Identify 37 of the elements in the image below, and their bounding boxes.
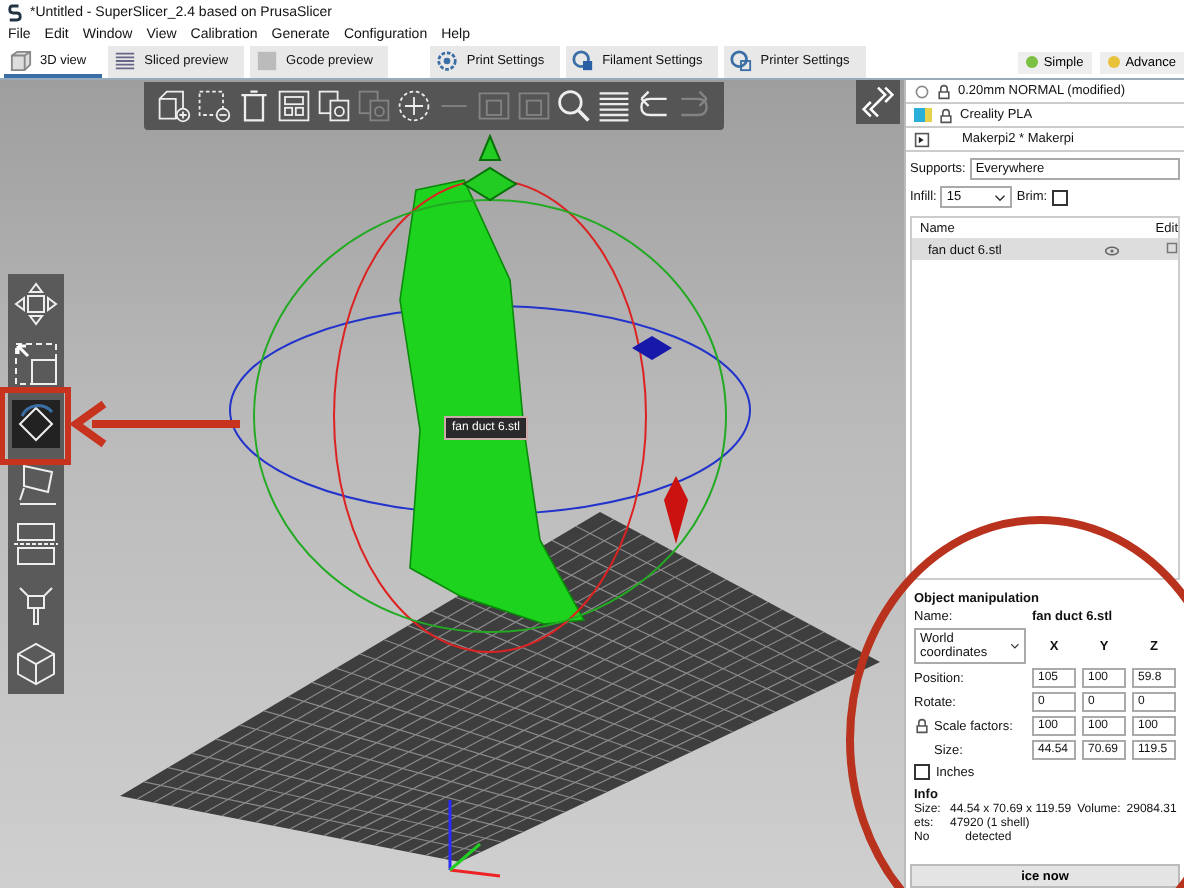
gizmo-handle[interactable] bbox=[632, 336, 672, 360]
lock-icon bbox=[914, 718, 930, 734]
toolbar-icon[interactable] bbox=[316, 88, 352, 124]
inches-checkbox[interactable] bbox=[914, 764, 930, 780]
printer-icon bbox=[730, 49, 753, 71]
brim-checkbox[interactable] bbox=[1051, 189, 1068, 205]
scale-icon[interactable] bbox=[12, 340, 60, 388]
rotate-icon[interactable] bbox=[12, 400, 60, 448]
layers-icon bbox=[114, 49, 137, 71]
plus-icon[interactable] bbox=[396, 88, 432, 124]
trash-icon[interactable] bbox=[236, 88, 272, 124]
gizmo-handle[interactable] bbox=[664, 476, 688, 544]
lock-icon bbox=[936, 83, 952, 99]
axes-drawing bbox=[448, 800, 501, 878]
filament-color-swatch bbox=[914, 108, 932, 122]
eye-icon bbox=[1104, 245, 1120, 255]
chevron-down-icon bbox=[994, 193, 1007, 201]
gizmo-handle[interactable] bbox=[462, 133, 518, 202]
cube-icon bbox=[256, 49, 279, 71]
toolbar-icon[interactable] bbox=[156, 88, 192, 124]
flag-icon bbox=[914, 131, 930, 147]
double-chevron-icon bbox=[860, 84, 896, 120]
cube-icon bbox=[10, 49, 32, 71]
chevron-down-icon bbox=[1010, 642, 1020, 650]
toolbar-icon[interactable] bbox=[196, 88, 232, 124]
layers-icon[interactable] bbox=[596, 88, 632, 124]
lock-icon bbox=[938, 107, 954, 123]
toolbar-icon[interactable] bbox=[276, 88, 312, 124]
cut-icon[interactable] bbox=[12, 520, 60, 568]
move-icon[interactable] bbox=[12, 280, 60, 328]
search-icon[interactable] bbox=[556, 88, 592, 124]
collapse-sidebar-button[interactable] bbox=[856, 80, 900, 124]
app-logo-icon bbox=[8, 3, 22, 21]
spool-icon bbox=[572, 49, 595, 71]
highlight-frame bbox=[0, 387, 71, 465]
cube-icon[interactable] bbox=[12, 640, 60, 688]
edit-icon bbox=[1166, 242, 1178, 254]
